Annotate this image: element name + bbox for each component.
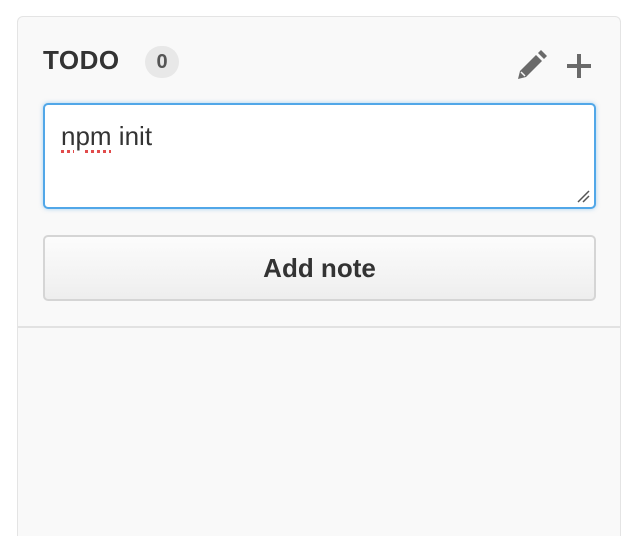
spellcheck-word: npm	[61, 121, 112, 151]
note-textarea[interactable]: npm init	[43, 103, 596, 209]
add-card-button[interactable]	[562, 49, 596, 83]
column-header: TODO 0	[18, 17, 620, 97]
column-title: TODO	[43, 45, 120, 75]
add-note-form: npm init Add note	[43, 103, 596, 301]
add-note-button[interactable]: Add note	[43, 235, 596, 301]
edit-column-button[interactable]	[514, 49, 548, 83]
note-text-rest: init	[111, 121, 153, 151]
resize-grip-icon[interactable]	[576, 189, 590, 203]
card-count-badge: 0	[145, 46, 179, 78]
project-column: TODO 0 npm init Add note	[17, 16, 621, 536]
note-text: npm init	[61, 121, 152, 151]
pencil-icon	[518, 50, 547, 79]
plus-icon	[567, 54, 591, 78]
cards-area	[18, 328, 620, 538]
